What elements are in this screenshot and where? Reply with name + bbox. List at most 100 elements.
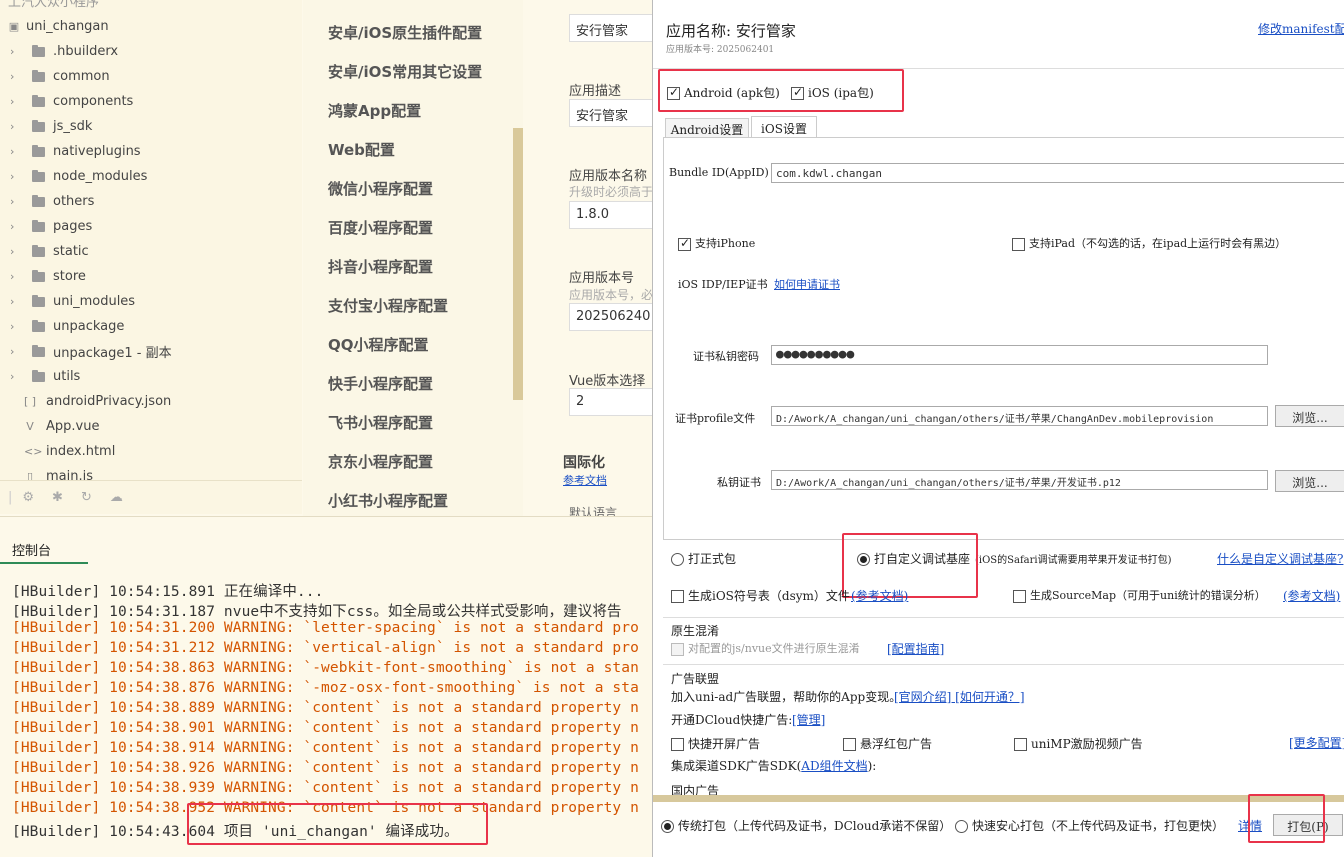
chevron-right-icon[interactable]: › [10, 270, 22, 283]
folder-icon [32, 319, 45, 332]
chevron-right-icon[interactable]: › [10, 245, 22, 258]
dsym-docs-link[interactable]: (参考文档) [851, 587, 908, 604]
folder-icon [32, 244, 45, 257]
dsym-label: 生成iOS符号表（dsym）文件 [688, 589, 850, 603]
refresh-icon[interactable]: ↻ [81, 490, 92, 505]
profile-input[interactable]: D:/Awork/A_changan/uni_changan/others/证书… [771, 406, 1268, 426]
tree-folder[interactable]: › utils [10, 364, 80, 389]
chevron-right-icon[interactable]: › [10, 295, 22, 308]
debug-icon[interactable]: ✱ [52, 490, 63, 505]
tree-folder[interactable]: › others [10, 189, 94, 214]
vue-version-select[interactable]: 2 [569, 388, 653, 416]
support-ipad-checkbox[interactable]: 支持iPad（不勾选的话，在ipad上运行时会有黑边） [1012, 235, 1286, 251]
chevron-right-icon[interactable]: › [10, 70, 22, 83]
desc-input[interactable]: 安行管家 [569, 99, 653, 127]
nav-item[interactable]: Web配置 [328, 139, 395, 160]
tree-header[interactable]: 上汽大众小程序 [8, 0, 99, 13]
cert-password-input[interactable]: ●●●●●●●●●● [771, 345, 1268, 365]
traditional-pack-radio[interactable]: 传统打包（上传代码及证书，DCloud承诺不保留） [661, 817, 951, 834]
formal-package-radio[interactable]: 打正式包 [671, 550, 736, 567]
ipad-check-icon [1012, 237, 1025, 251]
nav-item[interactable]: 支付宝小程序配置 [328, 295, 448, 316]
folder-icon [32, 94, 45, 107]
nav-item[interactable]: 快手小程序配置 [328, 373, 433, 394]
nav-item[interactable]: 京东小程序配置 [328, 451, 433, 472]
sourcemap-docs-link[interactable]: (参考文档) [1283, 587, 1340, 604]
chevron-right-icon[interactable]: › [10, 370, 22, 383]
dsym-checkbox[interactable]: 生成iOS符号表（dsym）文件 [671, 587, 850, 604]
chevron-right-icon[interactable]: › [10, 195, 22, 208]
run-icon[interactable]: ⚙ [22, 490, 34, 505]
chevron-right-icon[interactable]: › [10, 220, 22, 233]
ad-sdk-end: ): [867, 759, 877, 773]
bundle-id-input[interactable]: com.kdwl.changan [771, 163, 1344, 183]
tree-file[interactable]: [ ] androidPrivacy.json [24, 389, 171, 414]
tree-folder[interactable]: › store [10, 264, 86, 289]
sourcemap-check-icon [1013, 589, 1026, 603]
nav-item[interactable]: QQ小程序配置 [328, 334, 429, 355]
obfuscation-checkbox[interactable]: 对配置的js/nvue文件进行原生混淆 [671, 640, 860, 656]
profile-browse-button[interactable]: 浏览... [1275, 405, 1344, 427]
obfuscation-title: 原生混淆 [671, 624, 720, 638]
scrollbar-thumb[interactable] [513, 128, 523, 400]
ad-sdk-docs-link[interactable]: AD组件文档 [801, 759, 867, 773]
tree-folder[interactable]: › uni_modules [10, 289, 135, 314]
chevron-right-icon[interactable]: › [10, 95, 22, 108]
safe-pack-radio[interactable]: 快速安心打包（不上传代码及证书，打包更快） [955, 817, 1224, 834]
ad-manage-link[interactable]: [管理] [792, 711, 825, 728]
nav-item[interactable]: 安卓/iOS原生插件配置 [328, 22, 482, 43]
ad-more-link[interactable]: [更多配置] [1289, 734, 1344, 751]
ad-redpack-label: 悬浮红包广告 [860, 737, 933, 751]
chevron-right-icon[interactable]: › [10, 320, 22, 333]
tree-folder[interactable]: › .hbuilderx [10, 39, 118, 64]
tree-folder[interactable]: › components [10, 89, 133, 114]
tab-ios-settings[interactable]: iOS设置 [751, 116, 817, 138]
tree-folder[interactable]: › common [10, 64, 110, 89]
chevron-right-icon[interactable]: › [10, 170, 22, 183]
tree-folder[interactable]: › static [10, 239, 89, 264]
version-name-input[interactable]: 1.8.0 [569, 201, 653, 229]
sourcemap-checkbox[interactable]: 生成SourceMap（可用于uni统计的错误分析） [1013, 587, 1266, 603]
version-code-input[interactable]: 202506240 [569, 303, 653, 331]
app-name-input[interactable]: 安行管家 [569, 14, 653, 42]
tree-folder[interactable]: › unpackage1 - 副本 [10, 339, 172, 364]
private-key-input[interactable]: D:/Awork/A_changan/uni_changan/others/证书… [771, 470, 1268, 490]
nav-item[interactable]: 小红书小程序配置 [328, 490, 448, 511]
ad-video-checkbox[interactable]: uniMP激励视频广告 [1014, 735, 1143, 752]
tree-file[interactable]: <> index.html [24, 439, 115, 464]
tree-folder[interactable]: › pages [10, 214, 92, 239]
nav-item[interactable]: 鸿蒙App配置 [328, 100, 421, 121]
tree-file[interactable]: ▯ main.js [24, 464, 93, 480]
ad-splash-checkbox[interactable]: 快捷开屏广告 [671, 735, 760, 752]
tree-folder[interactable]: › js_sdk [10, 114, 92, 139]
nav-item[interactable]: 微信小程序配置 [328, 178, 433, 199]
chevron-right-icon[interactable]: › [10, 145, 22, 158]
custom-base-help-link[interactable]: 什么是自定义调试基座? [1217, 550, 1343, 567]
tree-item-label: pages [53, 219, 93, 234]
ad-redpack-checkbox[interactable]: 悬浮红包广告 [843, 735, 932, 752]
tree-file[interactable]: V App.vue [24, 414, 99, 439]
nav-item[interactable]: 百度小程序配置 [328, 217, 433, 238]
i18n-docs-link[interactable]: 参考文档 [563, 472, 607, 488]
ad-intro-links[interactable]: [官网介绍] [如何开通？] [894, 688, 1025, 705]
chevron-right-icon[interactable]: › [10, 345, 22, 358]
obfuscation-guide-link[interactable]: [配置指南] [887, 640, 944, 657]
nav-item[interactable]: 安卓/iOS常用其它设置 [328, 61, 482, 82]
support-iphone-checkbox[interactable]: 支持iPhone [678, 235, 755, 251]
cloud-icon[interactable]: ☁ [110, 490, 123, 505]
nav-item[interactable]: 抖音小程序配置 [328, 256, 433, 277]
edit-manifest-link[interactable]: 修改manifest配置 [1258, 20, 1344, 37]
nav-item[interactable]: 飞书小程序配置 [328, 412, 433, 433]
chevron-right-icon[interactable]: › [10, 120, 22, 133]
tree-folder[interactable]: › node_modules [10, 164, 147, 189]
tree-folder[interactable]: › nativeplugins [10, 139, 141, 164]
cert-apply-link[interactable]: 如何申请证书 [774, 276, 840, 292]
key-browse-button[interactable]: 浏览... [1275, 470, 1344, 492]
project-root[interactable]: ▣ uni_changan [8, 14, 109, 39]
ad-splash-label: 快捷开屏广告 [688, 737, 761, 751]
console-line: [HBuilder] 10:54:38.889 WARNING: `conten… [12, 700, 639, 716]
tree-folder[interactable]: › unpackage [10, 314, 124, 339]
tab-android-settings[interactable]: Android设置 [665, 118, 749, 138]
console-tab[interactable]: 控制台 [12, 540, 51, 559]
chevron-right-icon[interactable]: › [10, 45, 22, 58]
